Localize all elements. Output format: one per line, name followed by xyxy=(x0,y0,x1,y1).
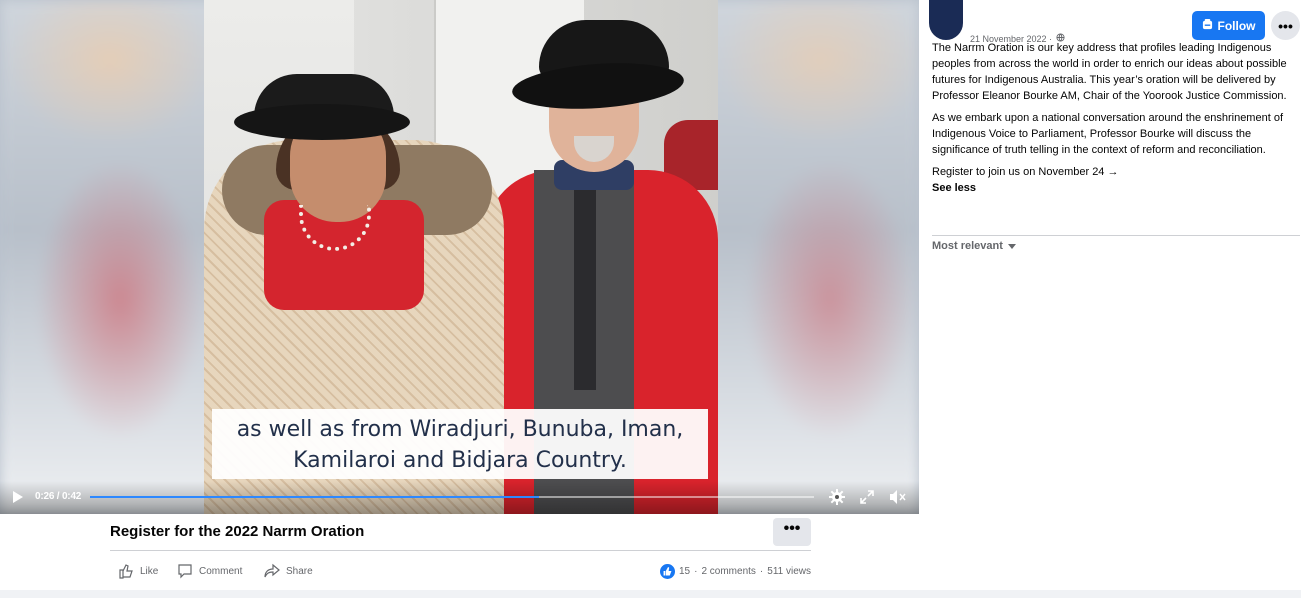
divider xyxy=(110,550,811,551)
subtitle-line-2: Kamilaroi and Bidjara Country. xyxy=(293,448,627,473)
video-subtitle: as well as from Wiradjuri, Bunuba, Iman,… xyxy=(212,409,708,479)
gear-icon[interactable] xyxy=(829,489,845,505)
description-paragraph-3: Register to join us on November 24 → xyxy=(932,166,1119,178)
more-options-button[interactable]: ••• xyxy=(1271,11,1300,40)
playback-time: 0:26 / 0:42 xyxy=(35,491,82,502)
subtitle-line-1: as well as from Wiradjuri, Bunuba, Iman, xyxy=(236,417,684,442)
description-paragraph-2: As we embark upon a national conversatio… xyxy=(932,112,1283,156)
comment-sort-dropdown[interactable]: Most relevant xyxy=(932,240,1016,252)
video-controls-bar: 0:26 / 0:42 xyxy=(0,481,919,514)
post-more-button[interactable]: ••• xyxy=(773,518,811,546)
share-icon xyxy=(264,563,280,579)
hat-brim xyxy=(234,104,410,140)
play-icon[interactable] xyxy=(13,491,23,503)
avatar[interactable] xyxy=(929,0,963,40)
page-bottom-band xyxy=(0,590,1301,598)
divider xyxy=(932,235,1300,236)
share-label: Share xyxy=(286,565,313,577)
video-player[interactable]: as well as from Wiradjuri, Bunuba, Iman,… xyxy=(0,0,919,514)
view-count: 511 views xyxy=(767,566,811,577)
comment-count[interactable]: 2 comments xyxy=(701,566,755,577)
progress-bar-fill xyxy=(90,496,539,498)
chevron-down-icon xyxy=(1007,243,1016,249)
thumbs-up-icon xyxy=(118,563,134,579)
tie xyxy=(574,190,596,390)
follow-label: Follow xyxy=(1217,18,1256,33)
comment-label: Comment xyxy=(199,565,243,577)
like-button[interactable]: Like xyxy=(118,563,158,579)
reaction-count[interactable]: 15 xyxy=(679,566,690,577)
separator: · xyxy=(694,566,698,577)
follow-button[interactable]: Follow xyxy=(1192,11,1265,40)
facebook-video-page: as well as from Wiradjuri, Bunuba, Iman,… xyxy=(0,0,1301,598)
expand-icon[interactable] xyxy=(860,490,874,504)
like-reaction-icon xyxy=(659,564,675,579)
post-details-panel: 21 November 2022 · Follow ••• The Narrm … xyxy=(919,0,1301,590)
post-stats: 15 · 2 comments · 511 views xyxy=(659,564,811,579)
like-label: Like xyxy=(140,565,159,577)
follow-icon xyxy=(1202,18,1213,33)
separator: · xyxy=(759,566,764,577)
progress-bar[interactable] xyxy=(90,496,814,498)
comment-button[interactable]: Comment xyxy=(177,563,242,579)
sort-label: Most relevant xyxy=(932,240,1003,252)
speaker-muted-icon[interactable] xyxy=(889,489,907,505)
post-description: The Narrm Oration is our key address tha… xyxy=(932,40,1292,196)
comment-icon xyxy=(177,563,193,579)
share-button[interactable]: Share xyxy=(264,563,313,579)
post-title: Register for the 2022 Narrm Oration xyxy=(110,523,365,540)
description-paragraph-1: The Narrm Oration is our key address tha… xyxy=(932,42,1287,102)
see-less-link[interactable]: See less xyxy=(932,180,1292,196)
